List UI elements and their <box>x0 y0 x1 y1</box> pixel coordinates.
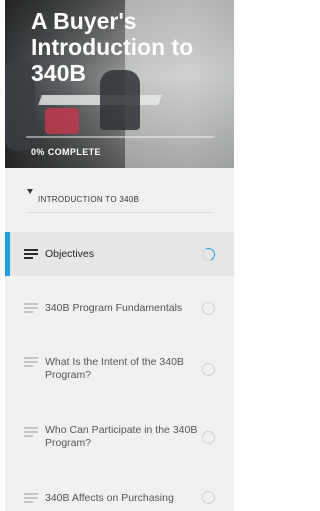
lesson-item-fundamentals[interactable]: 340B Program Fundamentals <box>5 286 234 330</box>
active-indicator <box>5 232 10 276</box>
not-started-icon <box>202 491 215 504</box>
course-title: A Buyer's Introduction to 340B <box>31 8 194 86</box>
lesson-lines-icon <box>24 427 38 437</box>
lesson-label: Who Can Participate in the 340B Program? <box>45 424 198 449</box>
section-title: INTRODUCTION TO 340B <box>38 195 140 204</box>
not-started-icon <box>202 431 215 444</box>
section-toggle[interactable]: INTRODUCTION TO 340B <box>5 168 234 212</box>
progress-label: 0% COMPLETE <box>31 147 101 157</box>
lesson-item-purchasing[interactable]: 340B Affects on Purchasing <box>5 480 234 511</box>
lesson-lines-icon <box>24 493 38 503</box>
not-started-icon <box>202 363 215 376</box>
lesson-sidebar: INTRODUCTION TO 340B Objectives 340B Pro… <box>5 168 234 511</box>
lesson-lines-icon <box>24 303 38 313</box>
caret-down-icon <box>27 189 33 194</box>
hero-photo-chair <box>45 108 79 134</box>
lesson-item-participants[interactable]: Who Can Participate in the 340B Program? <box>5 410 234 464</box>
lesson-label: 340B Program Fundamentals <box>45 302 183 314</box>
lesson-item-objectives[interactable]: Objectives <box>5 232 234 276</box>
lesson-lines-icon <box>24 357 38 367</box>
progress-bar <box>26 136 214 138</box>
not-started-icon <box>202 302 215 315</box>
lesson-lines-icon <box>24 249 38 259</box>
lesson-label: What Is the Intent of the 340B Program? <box>45 356 184 381</box>
lesson-label: 340B Affects on Purchasing <box>45 492 174 504</box>
lesson-label: Objectives <box>45 248 95 260</box>
section-divider <box>26 212 214 213</box>
in-progress-icon <box>200 246 217 263</box>
lesson-item-intent[interactable]: What Is the Intent of the 340B Program? <box>5 340 234 394</box>
course-hero: A Buyer's Introduction to 340B 0% COMPLE… <box>5 0 234 168</box>
